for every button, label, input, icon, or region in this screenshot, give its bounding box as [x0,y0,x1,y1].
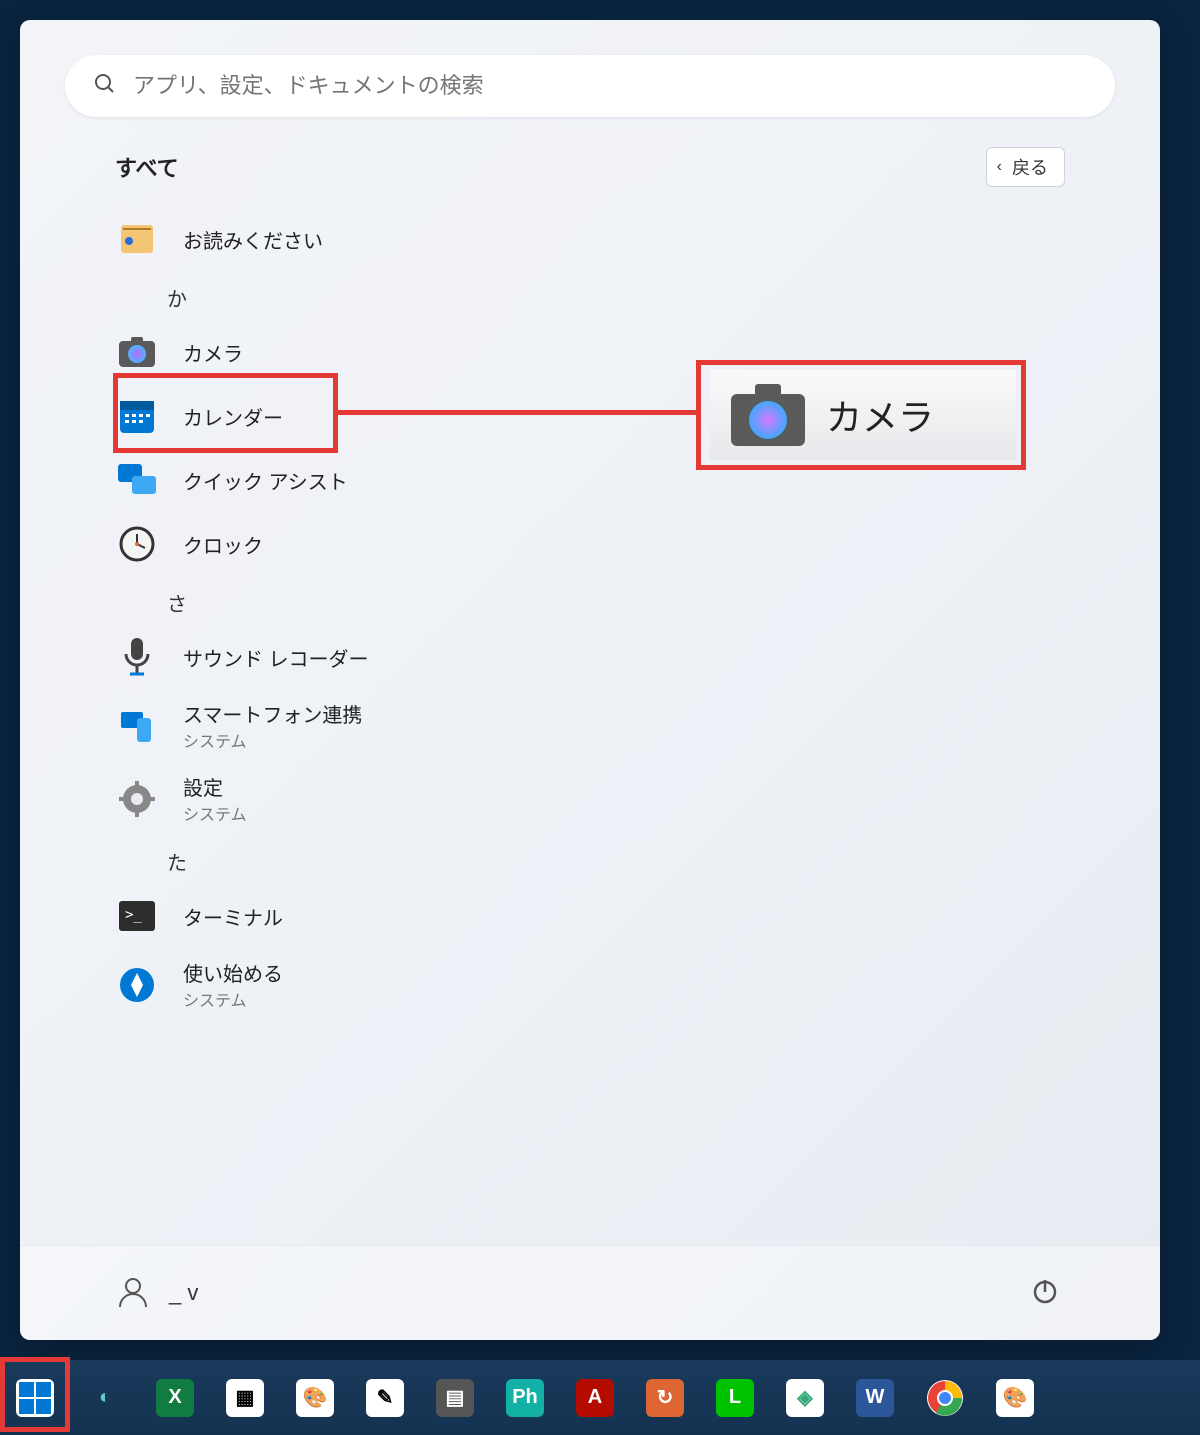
calendar-icon [115,394,159,438]
power-button[interactable] [1025,1273,1065,1313]
camera-callout: カメラ [710,370,1016,460]
taskbar-item-copilot[interactable]: ◐ [80,1373,130,1423]
app-label: カレンダー [183,402,283,431]
app-label: スマートフォン連携 [183,699,362,728]
svg-text:>_: >_ [125,907,142,923]
app-label: ターミナル [183,902,283,931]
diamond-icon: ◈ [786,1379,824,1417]
refresh-icon: ↻ [646,1379,684,1417]
clock-icon [115,522,159,566]
taskbar-item-excel[interactable]: X [150,1373,200,1423]
calculator-icon: ▤ [436,1379,474,1417]
app-label: カメラ [183,338,243,367]
camera-icon [728,380,808,450]
taskbar-item-line[interactable]: L [710,1373,760,1423]
getstarted-icon [115,963,159,1007]
app-label: クロック [183,530,263,559]
taskbar-item-word[interactable]: W [850,1373,900,1423]
taskbar-item-paint2[interactable]: ✎ [360,1373,410,1423]
taskbar-item-paint1[interactable]: 🎨 [290,1373,340,1423]
camera-icon [115,330,159,374]
user-account[interactable]: _ v [115,1273,198,1314]
user-icon [115,1273,151,1314]
readme-icon [115,217,159,261]
paint2-icon: ✎ [366,1379,404,1417]
qr-icon: ▦ [226,1379,264,1417]
microphone-icon [115,635,159,679]
back-button-label: 戻る [1012,154,1048,180]
word-icon: W [856,1379,894,1417]
app-sublabel: システム [183,987,283,1011]
app-clock[interactable]: クロック [115,512,1065,576]
app-label: 設定 [183,772,247,801]
phonelink-icon [115,704,159,748]
taskbar-item-photos[interactable]: Ph [500,1373,550,1423]
power-icon [1030,1276,1060,1311]
gear-icon [115,777,159,821]
taskbar-item-refresh[interactable]: ↻ [640,1373,690,1423]
search-icon [93,72,117,101]
start-icon [16,1379,54,1417]
palette-icon: 🎨 [996,1379,1034,1417]
app-label: クイック アシスト [183,466,348,495]
all-apps-heading: すべて [115,151,179,183]
line-icon: L [716,1379,754,1417]
taskbar-item-adobe[interactable]: A [570,1373,620,1423]
section-letter-sa[interactable]: さ [115,576,1065,625]
photos-icon: Ph [506,1379,544,1417]
paint1-icon: 🎨 [296,1379,334,1417]
taskbar: ◐ X ▦ 🎨 ✎ ▤ Ph A ↻ L ◈ W 🎨 [0,1360,1200,1435]
taskbar-item-calculator[interactable]: ▤ [430,1373,480,1423]
app-phonelink[interactable]: スマートフォン連携 システム [115,689,1065,762]
app-label: お読みください [183,225,323,254]
chevron-left-icon: ‹ [997,158,1002,176]
section-letter-ta[interactable]: た [115,835,1065,884]
search-bar[interactable] [65,55,1115,117]
chrome-icon [926,1379,964,1417]
app-sublabel: システム [183,728,362,752]
taskbar-item-diamond[interactable]: ◈ [780,1373,830,1423]
all-apps-area: すべて ‹ 戻る お読みください か カメラ [20,147,1160,1245]
start-menu-footer: _ v [20,1245,1160,1340]
app-getstarted[interactable]: 使い始める システム [115,948,1065,1021]
app-settings[interactable]: 設定 システム [115,762,1065,835]
app-list: お読みください か カメラ カレンダー クイック アシスト [115,207,1065,1021]
section-letter-ka[interactable]: か [115,271,1065,320]
copilot-icon: ◐ [86,1379,124,1417]
taskbar-item-start[interactable] [10,1373,60,1423]
user-name-label: _ v [169,1280,198,1306]
app-label: 使い始める [183,958,283,987]
taskbar-item-qr[interactable]: ▦ [220,1373,270,1423]
taskbar-item-chrome[interactable] [920,1373,970,1423]
back-button[interactable]: ‹ 戻る [986,147,1065,187]
app-label: サウンド レコーダー [183,643,369,672]
app-sublabel: システム [183,801,247,825]
search-input[interactable] [133,73,1087,99]
camera-callout-label: カメラ [826,389,934,441]
terminal-icon: >_ [115,894,159,938]
taskbar-item-palette[interactable]: 🎨 [990,1373,1040,1423]
quickassist-icon [115,458,159,502]
app-terminal[interactable]: >_ ターミナル [115,884,1065,948]
excel-icon: X [156,1379,194,1417]
app-readme[interactable]: お読みください [115,207,1065,271]
start-menu: すべて ‹ 戻る お読みください か カメラ [20,20,1160,1340]
adobe-icon: A [576,1379,614,1417]
app-soundrecorder[interactable]: サウンド レコーダー [115,625,1065,689]
